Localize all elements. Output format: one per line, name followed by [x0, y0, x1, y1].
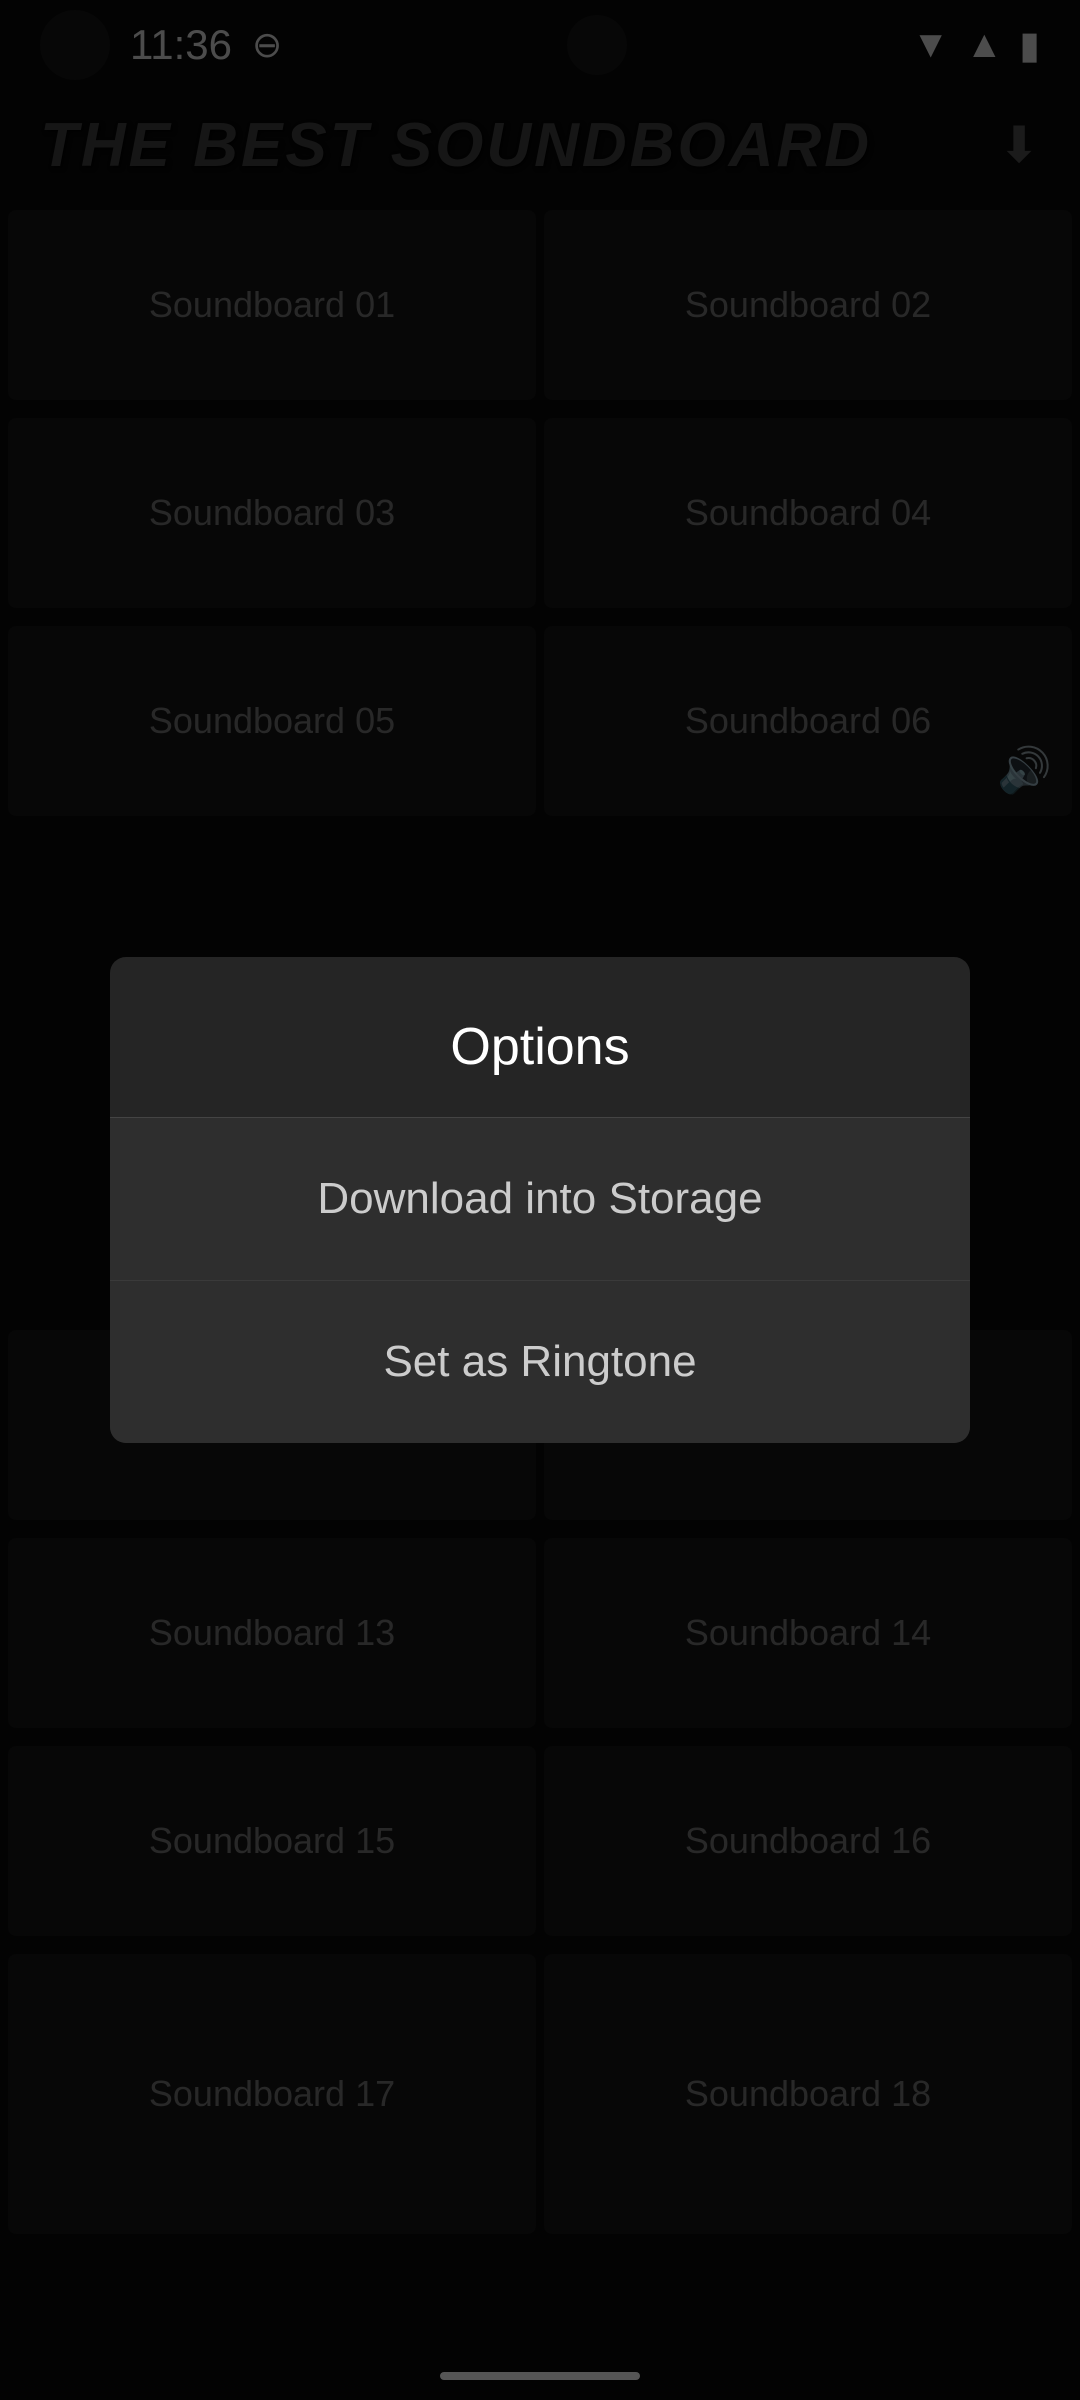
options-dialog: Options Download into Storage Set as Rin… — [110, 957, 970, 1443]
set-ringtone-button[interactable]: Set as Ringtone — [110, 1281, 970, 1443]
options-title: Options — [110, 957, 970, 1118]
bottom-nav-indicator — [440, 2372, 640, 2380]
download-storage-button[interactable]: Download into Storage — [110, 1118, 970, 1281]
modal-overlay[interactable]: Options Download into Storage Set as Rin… — [0, 0, 1080, 2400]
